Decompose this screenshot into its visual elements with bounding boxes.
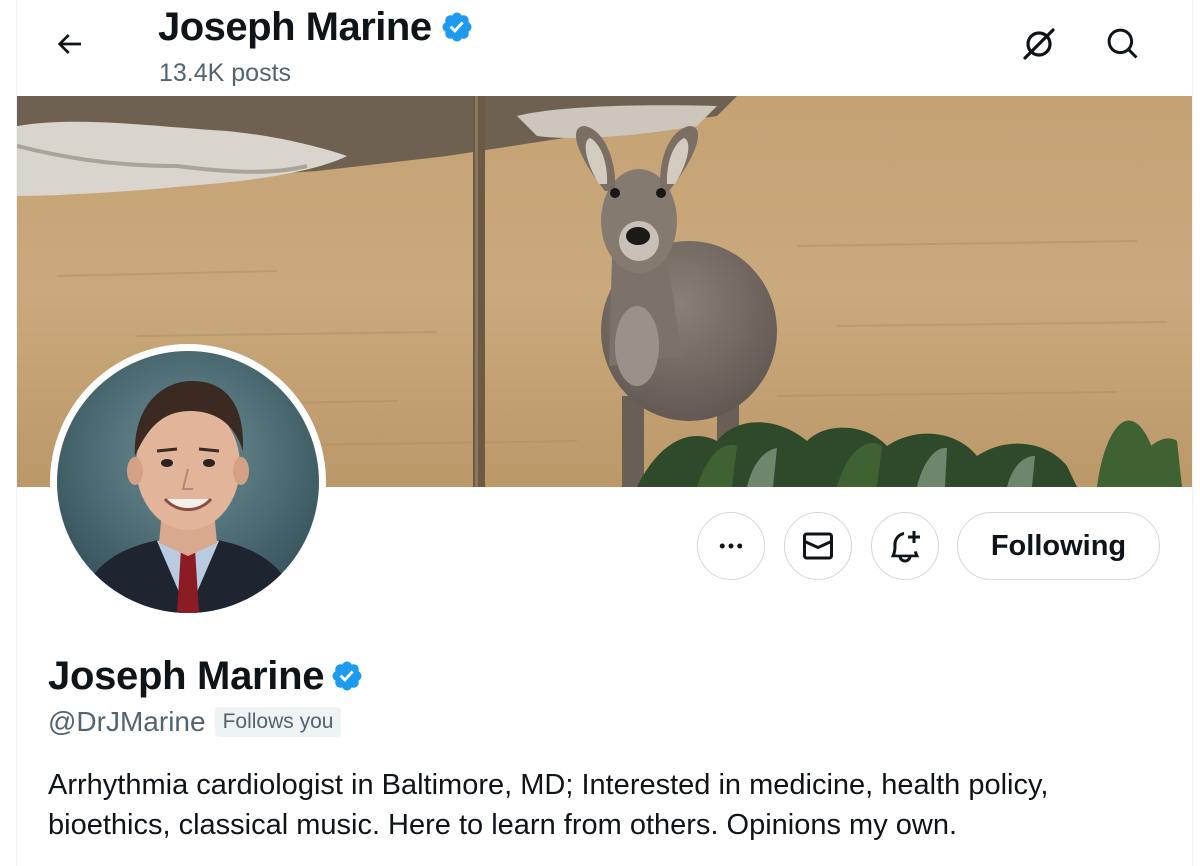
header-name: Joseph Marine [158,5,432,49]
header-title: Joseph Marine [158,4,474,50]
profile-name: Joseph Marine [48,652,364,700]
more-icon [719,543,743,549]
profile-bio: Arrhythmia cardiologist in Baltimore, MD… [48,769,1049,841]
post-count: 13.4K posts [159,59,292,87]
username-handle: @DrJMarine [48,706,206,737]
message-button[interactable] [784,512,852,580]
envelope-icon [802,532,833,560]
notifications-button[interactable] [871,512,939,580]
profile-page: Joseph Marine 13.4K posts Following Jose… [16,0,1193,866]
follows-you-badge: Follows you [214,707,342,737]
verified-badge-icon [440,10,474,44]
arrow-left-icon [57,34,81,54]
search-button[interactable] [1099,20,1147,68]
grok-button[interactable] [1015,20,1063,68]
following-button[interactable]: Following [957,512,1160,580]
verified-badge-icon[interactable] [330,659,364,693]
back-button[interactable] [47,22,91,66]
search-icon [1107,28,1138,59]
bell-plus-icon [890,531,920,563]
handle-row: @DrJMarine Follows you [48,704,342,740]
more-button[interactable] [697,512,765,580]
display-name: Joseph Marine [48,654,325,698]
avatar-photo [57,351,319,613]
top-bar: Joseph Marine 13.4K posts [17,0,1192,96]
profile-avatar[interactable] [50,344,326,620]
grok-icon [1023,28,1055,60]
